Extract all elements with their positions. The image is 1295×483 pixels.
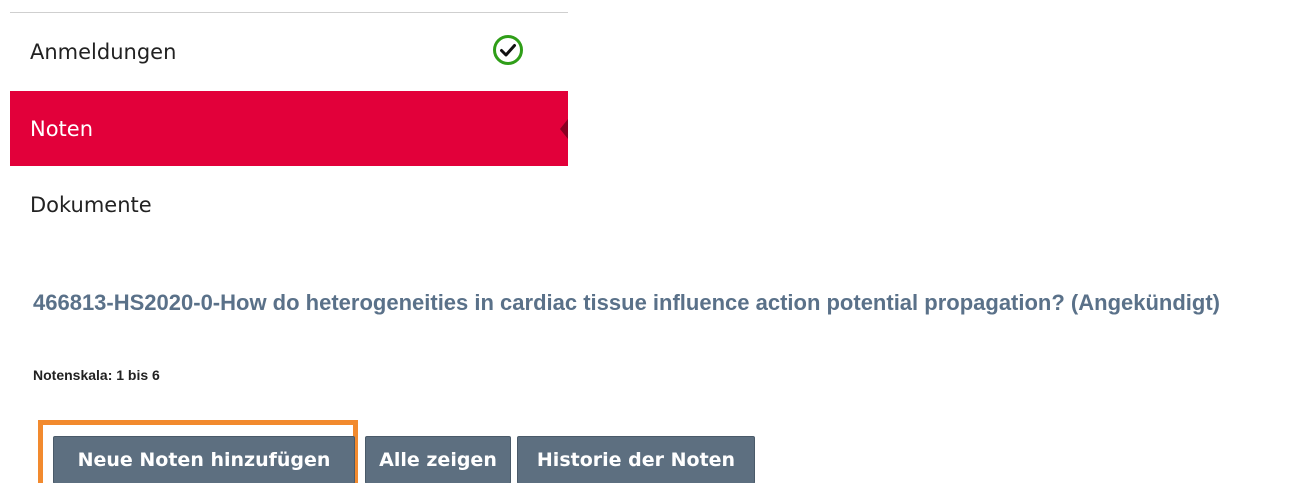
sidebar-nav: Anmeldungen Noten Dokumente (10, 12, 568, 244)
add-grades-button[interactable]: Neue Noten hinzufügen (53, 436, 355, 483)
grading-scale: Notenskala: 1 bis 6 (33, 367, 160, 383)
show-all-button[interactable]: Alle zeigen (365, 436, 511, 483)
nav-item-noten[interactable]: Noten (10, 91, 568, 166)
grade-history-button[interactable]: Historie der Noten (517, 436, 755, 483)
nav-item-label: Noten (30, 116, 94, 141)
check-circle-icon (493, 35, 523, 65)
course-title: 466813-HS2020-0-How do heterogeneities i… (33, 290, 1221, 316)
page: Anmeldungen Noten Dokumente 466813-HS202… (0, 0, 1295, 483)
nav-item-label: Anmeldungen (30, 40, 177, 64)
nav-item-anmeldungen[interactable]: Anmeldungen (10, 13, 568, 91)
nav-item-dokumente[interactable]: Dokumente (10, 166, 568, 244)
nav-item-label: Dokumente (30, 193, 152, 217)
active-indicator (560, 119, 568, 139)
